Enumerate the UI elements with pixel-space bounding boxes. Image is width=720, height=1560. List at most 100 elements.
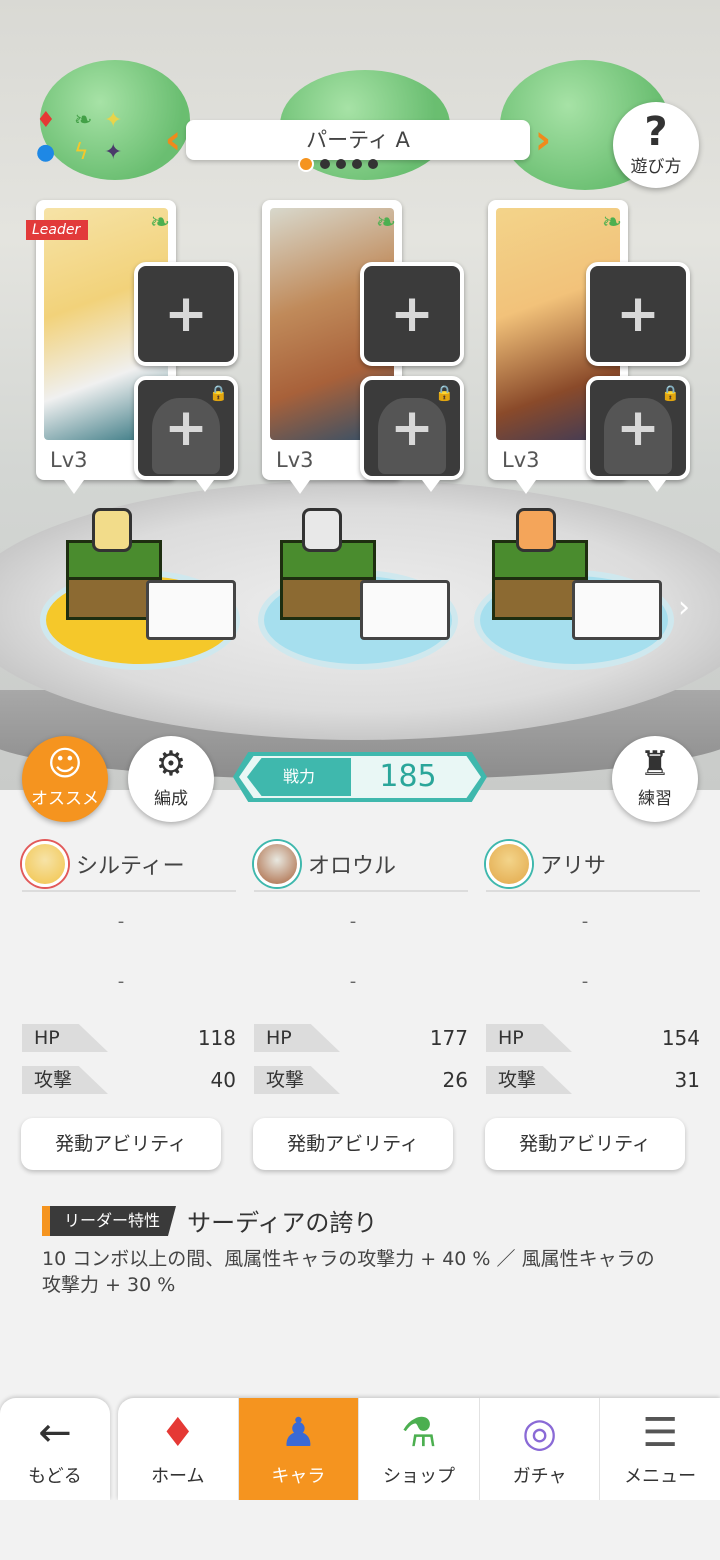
character-sprite[interactable] [516,508,556,552]
power-label: 戦力 [247,758,351,796]
help-button[interactable]: ? 遊び方 [613,102,699,188]
menu-icon: ☰ [642,1410,679,1456]
sparkle-icon: ✦ [104,108,123,133]
character-avatar [22,841,68,887]
next-party-button[interactable]: › [530,118,556,164]
skill-slot-empty: - [117,971,125,992]
nav-home-label: ホーム [151,1466,205,1487]
party-scene: › ♦ ❧ ✦ ● ϟ ✦ ‹ パーティ A › ? 遊び方 ❧ Leader … [0,0,720,790]
ability-button[interactable]: 発動アビリティ [21,1118,221,1170]
skill-slot-empty: - [349,911,357,932]
power-value: 185 [379,759,437,794]
wind-element-icon: ❧ [375,208,396,236]
hp-value: 118 [197,1026,236,1050]
attack-value: 40 [210,1068,236,1092]
attack-label: 攻撃 [486,1066,572,1094]
page-dot-active [298,156,314,172]
page-dot [352,159,362,169]
leader-badge: Leader [26,220,89,240]
character-level: Lv3 [276,448,314,472]
circle-icon: ● [36,140,56,165]
character-sprite[interactable] [302,508,342,552]
help-label: 遊び方 [630,157,682,177]
bolt-icon: ϟ [74,140,89,165]
nav-menu[interactable]: ☰ メニュー [599,1398,720,1500]
party-page-indicator[interactable] [298,156,378,172]
sub-character-slot[interactable]: + 🔒 [134,376,238,480]
leader-trait-name: サーディアの誇り [187,1209,378,1237]
hp-label: HP [22,1024,108,1052]
ability-button[interactable]: 発動アビリティ [485,1118,685,1170]
formation-button[interactable]: ⚙ 編成 [128,736,214,822]
recommend-button[interactable]: ☺ オススメ [22,736,108,822]
bottom-nav: ← もどる ♦ ホーム ♟ キャラ ⚗ ショップ ◎ ガチャ ☰ メニュー [0,1396,720,1500]
wind-element-icon: ❧ [149,208,170,236]
attack-stat: 攻撃 40 [22,1066,236,1096]
lock-icon: 🔒 [435,384,454,402]
lock-icon: 🔒 [661,384,680,402]
skill-slot-empty: - [581,971,589,992]
character-sprite[interactable] [92,508,132,552]
skill-slot-empty: - [349,971,357,992]
prev-party-button[interactable]: ‹ [160,118,186,164]
star-icon: ✦ [104,140,123,165]
weapon-slot[interactable]: + [134,262,238,366]
character-info-column: アリサ - - HP 154 攻撃 31 [486,838,700,1096]
character-info-column: シルティー - - HP 118 攻撃 40 [22,838,236,1096]
nav-character[interactable]: ♟ キャラ [237,1398,359,1500]
character-name: シルティー [76,854,185,879]
back-arrow-icon: ← [38,1410,72,1456]
power-display: 戦力 185 [233,752,487,802]
bottom-safe-area [0,1500,720,1560]
nav-character-label: キャラ [271,1466,326,1487]
add-weapon-icon: + [164,284,208,344]
character-avatar [254,841,300,887]
next-arrow-icon[interactable]: › [678,590,690,625]
weapon-slot[interactable]: + [586,262,690,366]
ability-button[interactable]: 発動アビリティ [253,1118,453,1170]
practice-button[interactable]: ♜ 練習 [612,736,698,822]
attack-value: 26 [442,1068,468,1092]
lock-icon: 🔒 [209,384,228,402]
leader-trait-description: 10 コンボ以上の間、風属性キャラの攻撃力 + 40 % ／ 風属性キャラの攻撃… [42,1248,655,1296]
character-level: Lv3 [502,448,540,472]
practice-label: 練習 [638,789,672,809]
sub-character-slot[interactable]: + 🔒 [586,376,690,480]
diamond-icon: ♦ [36,108,56,133]
back-label: もどる [28,1466,82,1487]
character-name: オロウル [308,854,397,879]
question-icon: ? [644,109,668,155]
shop-icon: ⚗ [401,1410,437,1456]
add-weapon-icon: + [390,284,434,344]
page-dot [336,159,346,169]
back-button[interactable]: ← もどる [0,1398,110,1500]
element-chart[interactable]: ♦ ❧ ✦ ● ϟ ✦ [30,110,130,170]
empty-cube[interactable] [146,580,236,640]
formation-label: 編成 [154,789,188,809]
hp-label: HP [486,1024,572,1052]
nav-menu-label: メニュー [624,1466,697,1487]
leader-trait-tag: リーダー特性 [42,1206,177,1236]
nav-shop[interactable]: ⚗ ショップ [358,1398,479,1500]
nav-gacha-label: ガチャ [512,1466,567,1487]
nav-tabs: ♦ ホーム ♟ キャラ ⚗ ショップ ◎ ガチャ ☰ メニュー [118,1398,720,1500]
hp-value: 177 [429,1026,468,1050]
character-info-column: オロウル - - HP 177 攻撃 26 [254,838,468,1096]
home-icon: ♦ [159,1410,196,1456]
empty-cube[interactable] [360,580,450,640]
page-dot [368,159,378,169]
leader-trait: リーダー特性 サーディアの誇り 10 コンボ以上の間、風属性キャラの攻撃力 + … [42,1206,682,1298]
hp-value: 154 [661,1026,700,1050]
character-avatar [486,841,532,887]
character-icon: ♟ [280,1410,317,1456]
weapon-slot[interactable]: + [360,262,464,366]
wind-element-icon: ❧ [601,208,622,236]
empty-cube[interactable] [572,580,662,640]
nav-home[interactable]: ♦ ホーム [118,1398,238,1500]
nav-shop-label: ショップ [382,1466,455,1487]
sub-character-slot[interactable]: + 🔒 [360,376,464,480]
hp-stat: HP 154 [486,1024,700,1054]
nav-gacha[interactable]: ◎ ガチャ [478,1398,600,1500]
character-level: Lv3 [50,448,88,472]
attack-label: 攻撃 [22,1066,108,1094]
